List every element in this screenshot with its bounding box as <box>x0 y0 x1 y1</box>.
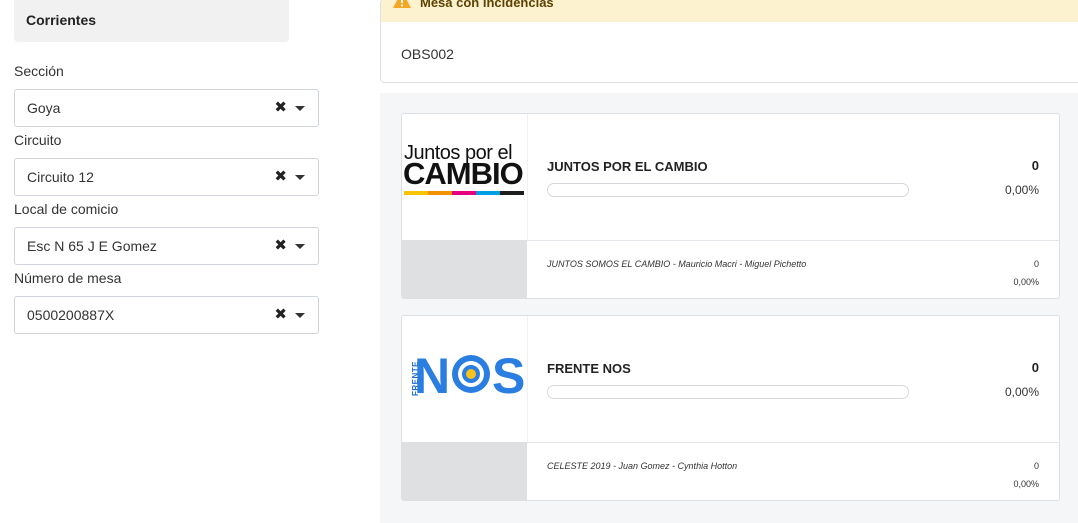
circuito-value: Circuito 12 <box>27 169 94 185</box>
seccion-value: Goya <box>27 100 61 116</box>
province-header: Corrientes <box>14 0 289 42</box>
list-row: JUNTOS SOMOS EL CAMBIO - Mauricio Macri … <box>402 240 1059 298</box>
local-select[interactable]: Esc N 65 J E Gomez ✖ <box>14 227 319 265</box>
jxc-logo-stripe <box>404 191 524 195</box>
chevron-down-icon[interactable] <box>295 175 305 180</box>
nos-logo-s: S <box>492 351 525 397</box>
list-logo-placeholder <box>402 240 527 298</box>
incident-code: OBS002 <box>401 46 454 62</box>
list-row: CELESTE 2019 - Juan Gomez - Cynthia Hott… <box>402 442 1059 500</box>
party-row: Juntos por el CAMBIO JUNTOS POR EL CAMBI… <box>402 114 1059 241</box>
local-label: Local de comicio <box>14 201 119 217</box>
circuito-label: Circuito <box>14 132 62 148</box>
jxc-logo: Juntos por el CAMBIO <box>402 114 528 240</box>
mesa-label: Número de mesa <box>14 270 122 286</box>
clear-icon[interactable]: ✖ <box>274 305 287 323</box>
clear-icon[interactable]: ✖ <box>274 167 287 185</box>
list-percent: 0,00% <box>1013 479 1039 489</box>
party-percent: 0,00% <box>1004 183 1039 197</box>
mesa-select[interactable]: 0500200887X ✖ <box>14 296 319 334</box>
party-percent: 0,00% <box>1004 385 1039 399</box>
clear-icon[interactable]: ✖ <box>274 236 287 254</box>
list-percent: 0,00% <box>1013 277 1039 287</box>
party-progress-bar <box>547 385 909 399</box>
clear-icon[interactable]: ✖ <box>274 98 287 116</box>
local-value: Esc N 65 J E Gomez <box>27 238 157 254</box>
party-name: JUNTOS POR EL CAMBIO <box>547 159 708 174</box>
list-logo-placeholder <box>402 442 527 500</box>
party-progress-bar <box>547 183 909 197</box>
nos-logo-mark: N S <box>414 351 525 397</box>
mesa-value: 0500200887X <box>27 307 115 323</box>
party-card-nos: FRENTE N S FRENTE NOS 0 0,00% CELESTE 20… <box>401 315 1060 501</box>
nos-logo-n: N <box>414 351 450 397</box>
seccion-label: Sección <box>14 63 64 79</box>
warning-icon <box>393 0 411 8</box>
chevron-down-icon[interactable] <box>295 244 305 249</box>
party-votes: 0 <box>1031 158 1039 173</box>
list-name: JUNTOS SOMOS EL CAMBIO - Mauricio Macri … <box>547 259 807 269</box>
seccion-select[interactable]: Goya ✖ <box>14 89 319 127</box>
party-card-juntos: Juntos por el CAMBIO JUNTOS POR EL CAMBI… <box>401 113 1060 299</box>
party-votes: 0 <box>1031 360 1039 375</box>
chevron-down-icon[interactable] <box>295 106 305 111</box>
incident-title: Mesa con incidencias <box>420 0 554 10</box>
jxc-logo-line2: CAMBIO <box>403 156 524 191</box>
list-votes: 0 <box>1033 461 1039 471</box>
party-row: FRENTE N S FRENTE NOS 0 0,00% <box>402 316 1059 443</box>
party-name: FRENTE NOS <box>547 361 631 376</box>
chevron-down-icon[interactable] <box>295 313 305 318</box>
list-name: CELESTE 2019 - Juan Gomez - Cynthia Hott… <box>547 461 738 471</box>
incident-card: Mesa con incidencias OBS002 <box>380 0 1078 83</box>
incident-header: Mesa con incidencias <box>381 0 1078 22</box>
nos-logo: FRENTE N S <box>402 316 528 442</box>
results-panel: Juntos por el CAMBIO JUNTOS POR EL CAMBI… <box>380 93 1078 523</box>
circuito-select[interactable]: Circuito 12 ✖ <box>14 158 319 196</box>
list-votes: 0 <box>1033 259 1039 269</box>
